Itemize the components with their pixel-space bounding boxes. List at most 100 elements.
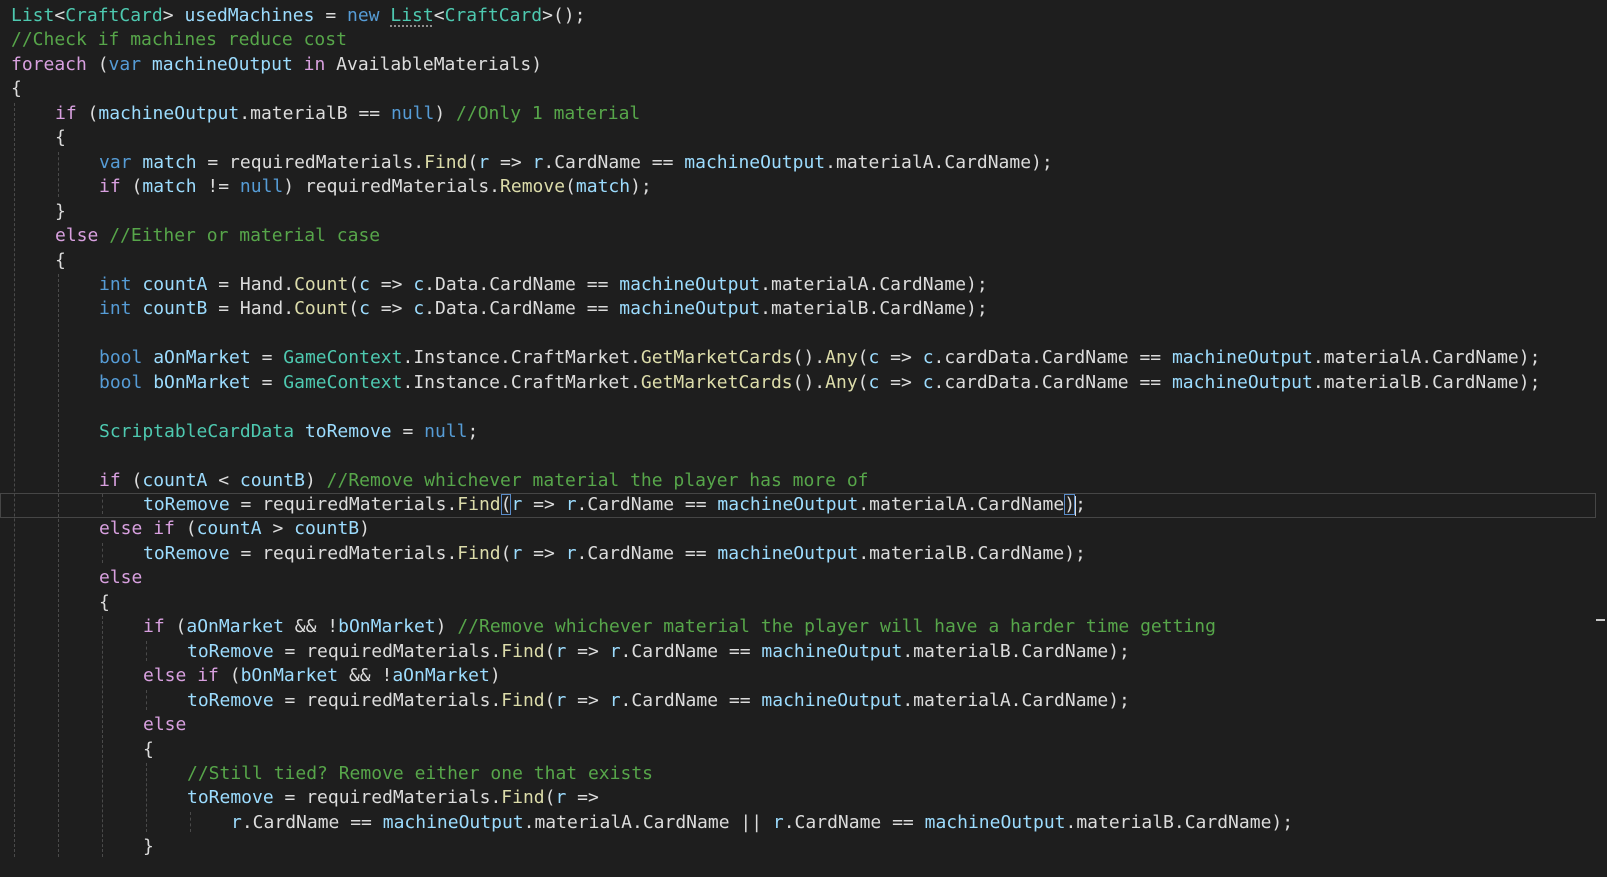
code-line[interactable]: int countA = Hand.Count(c => c.Data.Card… — [0, 272, 1607, 297]
code-token: ); — [630, 176, 652, 198]
code-token: else — [55, 225, 99, 247]
code-token: ( — [544, 689, 556, 711]
code-line[interactable]: else — [0, 565, 1607, 590]
code-token: ) requiredMaterials. — [283, 176, 501, 198]
code-token: else — [143, 714, 187, 736]
code-token: ScriptableCardData — [99, 420, 295, 442]
code-token: = requiredMaterials. — [273, 689, 502, 711]
code-line[interactable]: //Check if machines reduce cost — [0, 27, 1607, 52]
code-token: = requiredMaterials. — [273, 640, 502, 662]
code-line[interactable]: { — [0, 248, 1607, 273]
code-token: bool — [99, 371, 143, 393]
code-line-content: if (countA < countB) //Remove whichever … — [99, 468, 869, 493]
code-token: = requiredMaterials. — [273, 787, 502, 809]
code-line-content: int countA = Hand.Count(c => c.Data.Card… — [99, 272, 988, 297]
code-line[interactable]: toRemove = requiredMaterials.Find(r => r… — [0, 688, 1607, 713]
code-line[interactable] — [0, 443, 1607, 468]
code-line[interactable]: bool bOnMarket = GameContext.Instance.Cr… — [0, 370, 1607, 395]
code-line[interactable]: ScriptableCardData toRemove = null; — [0, 419, 1607, 444]
code-token: GameContext — [283, 371, 403, 393]
code-line[interactable]: foreach (var machineOutput in AvailableM… — [0, 52, 1607, 77]
code-token: r — [511, 542, 523, 564]
code-token: aOnMarket — [186, 616, 284, 638]
code-line[interactable]: { — [0, 590, 1607, 615]
code-line[interactable]: { — [0, 737, 1607, 762]
code-token: => — [566, 640, 610, 662]
code-token: Find — [501, 640, 545, 662]
code-line[interactable] — [0, 394, 1607, 419]
code-line[interactable]: toRemove = requiredMaterials.Find(r => r… — [0, 492, 1607, 517]
code-line[interactable]: List<CraftCard> usedMachines = new List<… — [0, 3, 1607, 28]
code-line[interactable]: toRemove = requiredMaterials.Find(r => — [0, 785, 1607, 810]
code-token: ( — [467, 151, 479, 173]
code-token: .materialA.CardName); — [760, 273, 988, 295]
code-token: Find — [457, 542, 501, 564]
code-token: ) — [435, 616, 458, 638]
code-line[interactable] — [0, 321, 1607, 346]
code-line[interactable]: int countB = Hand.Count(c => c.Data.Card… — [0, 296, 1607, 321]
code-token: null — [239, 176, 284, 198]
code-token: (). — [792, 347, 826, 369]
code-token: .materialA.CardName); — [1312, 347, 1541, 369]
code-line[interactable]: if (match != null) requiredMaterials.Rem… — [0, 174, 1607, 199]
code-token: = requiredMaterials. — [229, 542, 458, 564]
code-line[interactable]: bool aOnMarket = GameContext.Instance.Cr… — [0, 345, 1607, 370]
code-line[interactable]: } — [0, 199, 1607, 224]
code-token: < — [433, 5, 445, 26]
code-token: int — [99, 298, 132, 320]
code-token: toRemove — [143, 542, 230, 564]
code-token: = — [391, 420, 425, 442]
code-token: >(); — [542, 5, 586, 26]
code-line[interactable]: toRemove = requiredMaterials.Find(r => r… — [0, 541, 1607, 566]
code-line[interactable]: if (machineOutput.materialB == null) //O… — [0, 101, 1607, 126]
code-token: c — [359, 298, 370, 320]
code-editor[interactable]: List<CraftCard> usedMachines = new List<… — [0, 0, 1607, 877]
code-token: int — [99, 273, 132, 295]
code-token: .CardName == — [783, 811, 925, 833]
code-token: { — [143, 738, 154, 760]
code-line[interactable]: var match = requiredMaterials.Find(r => … — [0, 150, 1607, 175]
code-token: if — [197, 665, 219, 687]
code-line-content: { — [55, 125, 66, 150]
code-token: ( — [174, 518, 197, 540]
code-line-content: toRemove = requiredMaterials.Find(r => r… — [187, 639, 1130, 664]
code-line[interactable]: if (countA < countB) //Remove whichever … — [0, 468, 1607, 493]
code-line[interactable]: r.CardName == machineOutput.materialA.Ca… — [0, 810, 1607, 835]
code-line[interactable]: else — [0, 712, 1607, 737]
code-token: c — [359, 273, 370, 295]
code-token: machineOutput — [1171, 371, 1313, 393]
code-token: bOnMarket — [240, 665, 339, 687]
code-line-content: var match = requiredMaterials.Find(r => … — [99, 150, 1053, 175]
code-token: .CardName == — [620, 689, 762, 711]
code-line[interactable]: else if (countA > countB) — [0, 516, 1607, 541]
code-token: r — [532, 151, 544, 173]
code-token: { — [11, 78, 22, 100]
code-token: CraftCard — [444, 5, 543, 26]
code-token: Any — [825, 371, 858, 393]
code-line[interactable]: if (aOnMarket && !bOnMarket) //Remove wh… — [0, 614, 1607, 639]
code-token: machineOutput — [717, 494, 859, 515]
code-line[interactable]: //Still tied? Remove either one that exi… — [0, 761, 1607, 786]
code-token: ( — [120, 469, 143, 491]
code-line[interactable]: else if (bOnMarket && !aOnMarket) — [0, 663, 1607, 688]
code-token: && ! — [338, 665, 393, 687]
code-line[interactable]: else //Either or material case — [0, 223, 1607, 248]
code-token: aOnMarket — [153, 347, 251, 369]
code-line[interactable]: { — [0, 125, 1607, 150]
code-token: machineOutput — [761, 689, 903, 711]
code-line[interactable]: toRemove = requiredMaterials.Find(r => r… — [0, 639, 1607, 664]
code-token: match — [575, 176, 631, 198]
code-token: //Still tied? Remove either one that exi… — [187, 762, 653, 784]
code-token: if — [99, 176, 121, 198]
code-token: r — [555, 640, 567, 662]
code-token: //Only 1 material — [456, 102, 641, 124]
code-line[interactable]: { — [0, 76, 1607, 101]
code-line[interactable]: } — [0, 834, 1607, 859]
code-token: match — [142, 176, 197, 198]
code-token: machineOutput — [151, 53, 293, 75]
scrollbar-position-marker[interactable] — [1596, 619, 1605, 621]
